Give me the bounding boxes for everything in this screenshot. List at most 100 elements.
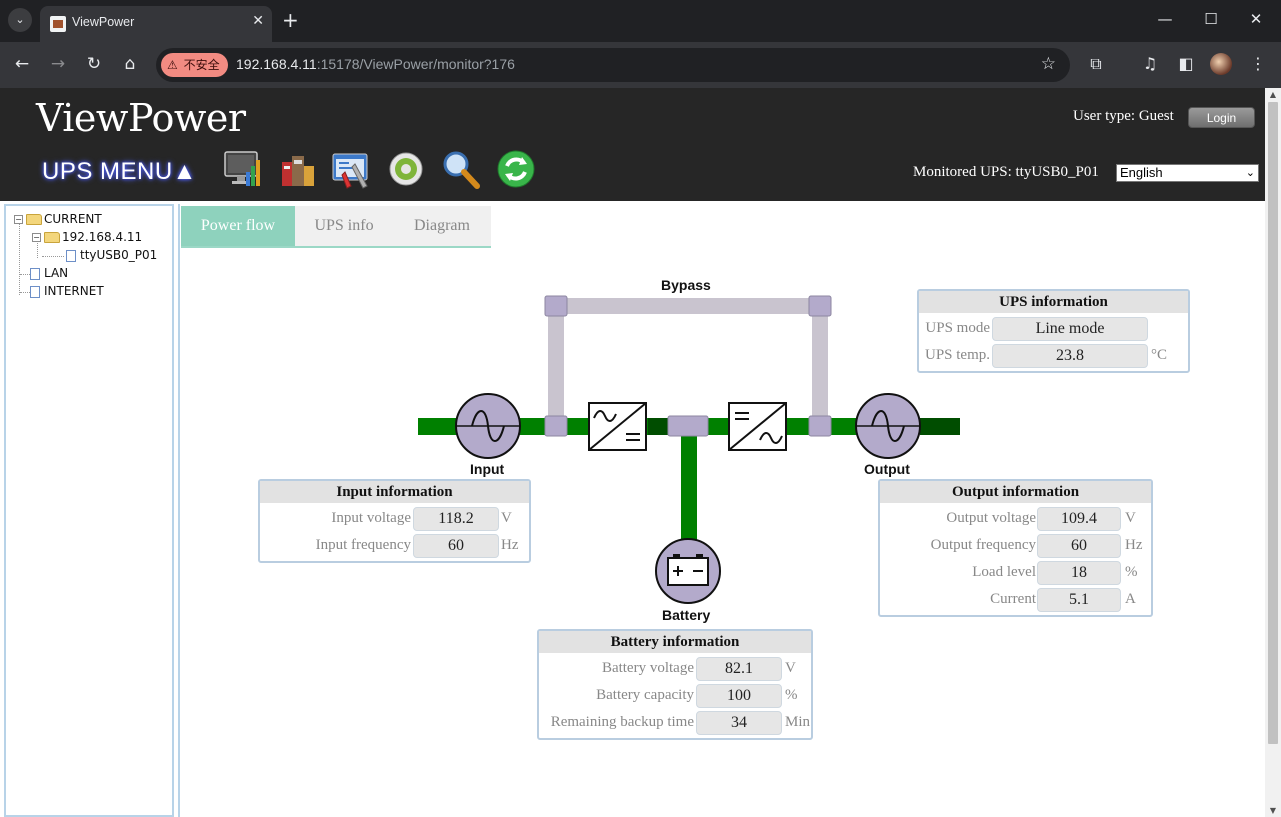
window-close-icon[interactable]: ✕ xyxy=(1244,10,1268,28)
current-row: Current 5.1 A xyxy=(880,588,1151,612)
load-level-unit: % xyxy=(1125,564,1138,580)
language-selected: English xyxy=(1120,165,1163,180)
bypass-joint-node xyxy=(808,295,832,317)
battery-voltage-unit: V xyxy=(785,660,796,676)
tree-node-lan[interactable]: LAN xyxy=(30,266,68,280)
ups-information-panel: UPS information UPS mode Line mode UPS t… xyxy=(917,289,1190,373)
scroll-down-icon[interactable]: ▼ xyxy=(1268,806,1278,815)
back-icon[interactable]: ← xyxy=(10,53,34,75)
ups-devices-icon[interactable] xyxy=(278,148,318,190)
collapse-toggle-icon[interactable]: − xyxy=(14,215,23,224)
user-type-label: User type: Guest xyxy=(1073,108,1174,124)
insecure-chip[interactable]: ⚠ 不安全 xyxy=(161,53,228,77)
side-panel-icon[interactable]: ◧ xyxy=(1174,53,1198,75)
output-voltage-value: 109.4 xyxy=(1037,507,1121,531)
input-frequency-value: 60 xyxy=(413,534,499,558)
input-joint-node xyxy=(544,415,568,437)
current-unit: A xyxy=(1125,591,1136,607)
tree-node-label: 192.168.4.11 xyxy=(62,230,143,244)
battery-line xyxy=(681,434,697,540)
settings-gear-icon[interactable] xyxy=(386,148,426,190)
output-frequency-label: Output frequency xyxy=(930,537,1036,553)
output-information-panel: Output information Output voltage 109.4 … xyxy=(878,479,1153,617)
ups-temp-unit: °C xyxy=(1151,347,1168,363)
browser-toolbar: ← → ↻ ⌂ ⚠ 不安全 192.168.4.11:15178/ViewPow… xyxy=(0,42,1281,88)
page-viewport: ViewPower UPS MENU▲ User type: Guest Log… xyxy=(0,88,1281,817)
ups-mode-row: UPS mode Line mode xyxy=(919,317,1188,341)
tab-close-icon[interactable]: ✕ xyxy=(252,13,264,29)
input-voltage-label: Input voltage xyxy=(331,510,411,526)
address-bar[interactable]: ⚠ 不安全 192.168.4.11:15178/ViewPower/monit… xyxy=(156,48,1070,82)
new-tab-button[interactable]: + xyxy=(282,9,299,31)
warning-icon: ⚠ xyxy=(167,58,178,72)
minimize-icon[interactable]: — xyxy=(1153,10,1177,28)
configuration-tools-icon[interactable] xyxy=(331,148,371,190)
collapse-toggle-icon[interactable]: − xyxy=(32,233,41,242)
extensions-icon[interactable]: ⧉ xyxy=(1084,53,1108,75)
search-magnifier-icon[interactable] xyxy=(440,148,480,190)
input-voltage-row: Input voltage 118.2 V xyxy=(260,507,529,531)
tree-connector xyxy=(19,218,20,295)
output-frequency-value: 60 xyxy=(1037,534,1121,558)
tree-connector xyxy=(20,292,30,293)
url-host: 192.168.4.11 xyxy=(236,56,317,72)
load-level-value: 18 xyxy=(1037,561,1121,585)
load-level-row: Load level 18 % xyxy=(880,561,1151,585)
ups-mode-value: Line mode xyxy=(992,317,1148,341)
profile-avatar[interactable] xyxy=(1210,53,1232,75)
scroll-up-icon[interactable]: ▲ xyxy=(1268,90,1278,99)
battery-voltage-value: 82.1 xyxy=(696,657,782,681)
home-icon[interactable]: ⌂ xyxy=(118,53,142,75)
main-panel: Power flow UPS info Diagram Bypass Input… xyxy=(178,204,1265,817)
url-path: :15178/ViewPower/monitor?176 xyxy=(316,56,515,72)
media-control-icon[interactable]: ♫ xyxy=(1138,53,1162,75)
document-icon xyxy=(66,249,76,262)
ups-temp-value: 23.8 xyxy=(992,344,1148,368)
ups-mode-label: UPS mode xyxy=(925,320,990,336)
remaining-backup-label: Remaining backup time xyxy=(550,714,694,730)
tree-node-label: LAN xyxy=(44,266,69,280)
output-frequency-row: Output frequency 60 Hz xyxy=(880,534,1151,558)
monitor-chart-icon[interactable] xyxy=(222,148,262,190)
bypass-right-riser xyxy=(812,306,828,426)
tab-search-chevron-icon[interactable]: ⌄ xyxy=(8,8,32,32)
load-level-label: Load level xyxy=(972,564,1036,580)
remaining-backup-unit: Min xyxy=(785,714,811,730)
ups-temp-label: UPS temp. xyxy=(924,347,990,363)
input-voltage-unit: V xyxy=(501,510,512,526)
remaining-backup-value: 34 xyxy=(696,711,782,735)
scrollbar-thumb[interactable] xyxy=(1268,102,1278,744)
browser-tab[interactable]: ViewPower ✕ xyxy=(40,6,272,42)
reload-icon[interactable]: ↻ xyxy=(82,53,106,75)
battery-voltage-row: Battery voltage 82.1 V xyxy=(539,657,811,681)
battery-capacity-label: Battery capacity xyxy=(596,687,694,703)
browser-tab-strip: ⌄ ViewPower ✕ + — ☐ ✕ xyxy=(0,0,1281,42)
output-voltage-label: Output voltage xyxy=(946,510,1036,526)
tree-node-internet[interactable]: INTERNET xyxy=(30,284,104,298)
url-text[interactable]: 192.168.4.11:15178/ViewPower/monitor?176 xyxy=(236,56,515,72)
bypass-label: Bypass xyxy=(661,277,711,293)
page-scrollbar[interactable]: ▲ ▼ xyxy=(1265,88,1281,817)
ups-information-title: UPS information xyxy=(919,291,1188,313)
ups-menu-button[interactable]: UPS MENU▲ xyxy=(42,158,197,186)
menu-kebab-icon[interactable]: ⋮ xyxy=(1246,53,1270,75)
forward-icon[interactable]: → xyxy=(46,53,70,75)
battery-capacity-value: 100 xyxy=(696,684,782,708)
maximize-icon[interactable]: ☐ xyxy=(1199,10,1223,28)
tree-node-device[interactable]: ttyUSB0_P01 xyxy=(66,248,157,262)
language-select[interactable]: English ⌄ xyxy=(1116,164,1259,182)
input-label: Input xyxy=(470,461,505,477)
output-tail-line xyxy=(920,418,960,435)
login-button[interactable]: Login xyxy=(1188,107,1255,128)
bookmark-star-icon[interactable]: ☆ xyxy=(1041,54,1056,74)
chevron-down-icon: ⌄ xyxy=(1245,167,1255,179)
tree-node-current[interactable]: − CURRENT xyxy=(14,212,102,226)
tree-node-host[interactable]: − 192.168.4.11 xyxy=(32,230,142,244)
refresh-icon[interactable] xyxy=(496,148,536,190)
battery-voltage-label: Battery voltage xyxy=(601,660,694,676)
output-joint-node xyxy=(808,415,832,437)
tree-node-label: ttyUSB0_P01 xyxy=(80,248,158,262)
battery-capacity-row: Battery capacity 100 % xyxy=(539,684,811,708)
brand-title: ViewPower xyxy=(36,96,246,140)
folder-icon xyxy=(44,232,60,243)
